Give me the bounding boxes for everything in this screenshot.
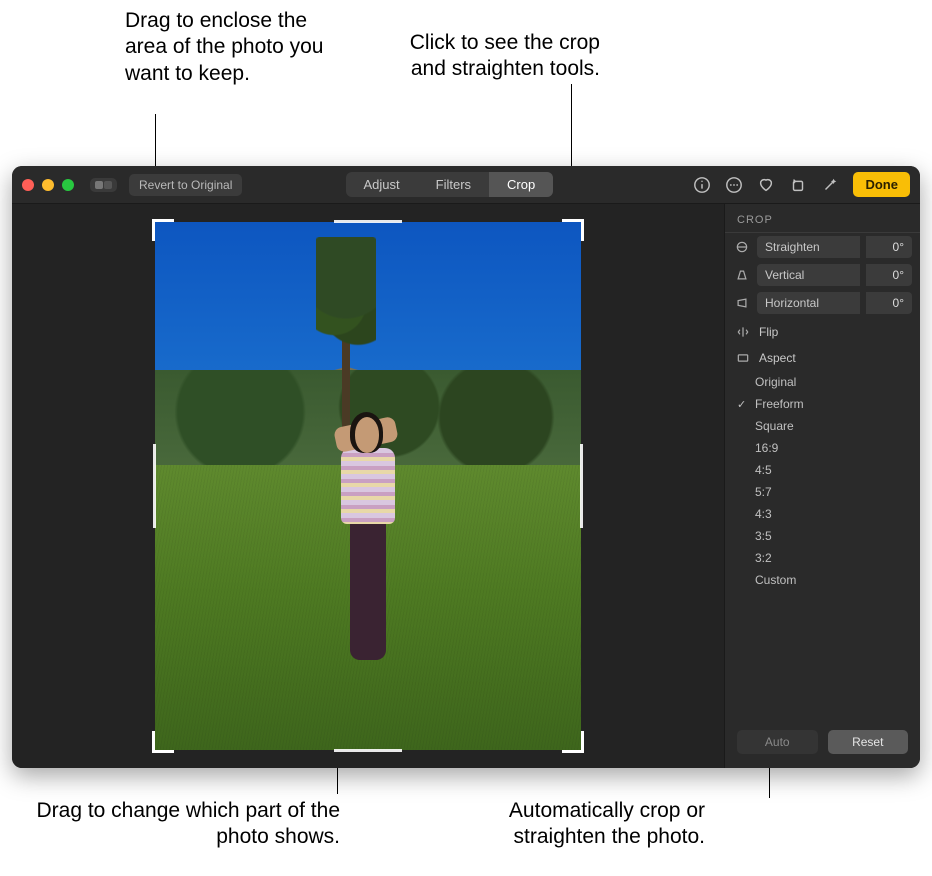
callout-crop-tab: Click to see the crop and straighten too… [370, 30, 600, 83]
tab-crop[interactable]: Crop [489, 172, 553, 197]
vertical-row[interactable]: Vertical 0° [725, 261, 920, 289]
crop-handle-bottom-right[interactable] [562, 731, 584, 753]
crop-panel: CROP Straighten 0° Vertical 0° Horizo [724, 204, 920, 768]
auto-enhance-icon[interactable] [821, 176, 839, 194]
crop-handle-bottom-left[interactable] [152, 731, 174, 753]
flip-icon [735, 325, 751, 339]
flip-button[interactable]: Flip [725, 317, 920, 343]
horizontal-value[interactable]: 0° [866, 292, 912, 314]
favorite-icon[interactable] [757, 176, 775, 194]
sidebar-toggle[interactable] [90, 178, 117, 192]
callout-auto: Automatically crop or straighten the pho… [445, 798, 705, 851]
edit-mode-tabs: Adjust Filters Crop [346, 172, 554, 197]
photo-preview[interactable] [155, 222, 581, 750]
flip-label: Flip [759, 325, 778, 339]
crop-handle-top-left[interactable] [152, 219, 174, 241]
crop-handle-top-right[interactable] [562, 219, 584, 241]
checkmark-icon: ✓ [737, 398, 746, 411]
horizontal-label: Horizontal [757, 292, 860, 314]
aspect-option-label: Original [755, 375, 796, 389]
tab-filters[interactable]: Filters [418, 172, 489, 197]
vertical-value[interactable]: 0° [866, 264, 912, 286]
panel-footer: Auto Reset [725, 716, 920, 768]
photo-canvas[interactable] [12, 204, 724, 768]
info-icon[interactable] [693, 176, 711, 194]
crop-handle-bottom[interactable] [334, 749, 402, 752]
straighten-label: Straighten [757, 236, 860, 258]
aspect-option-label: 4:5 [755, 463, 772, 477]
aspect-label: Aspect [759, 351, 796, 365]
aspect-option-custom[interactable]: Custom [725, 569, 920, 591]
toolbar: Revert to Original Adjust Filters Crop D… [12, 166, 920, 204]
aspect-option-3-5[interactable]: 3:5 [725, 525, 920, 547]
aspect-option-label: 3:2 [755, 551, 772, 565]
aspect-option-label: Custom [755, 573, 796, 587]
straighten-row[interactable]: Straighten 0° [725, 233, 920, 261]
tab-adjust[interactable]: Adjust [346, 172, 418, 197]
window-minimize-button[interactable] [42, 179, 54, 191]
aspect-option-4-3[interactable]: 4:3 [725, 503, 920, 525]
aspect-options: Original ✓ Freeform Square 16:9 4:5 5:7 4:3 3:5 3… [725, 369, 920, 599]
window-close-button[interactable] [22, 179, 34, 191]
aspect-option-freeform[interactable]: ✓ Freeform [725, 393, 920, 415]
aspect-option-label: Freeform [755, 397, 804, 411]
aspect-option-label: 16:9 [755, 441, 778, 455]
window-zoom-button[interactable] [62, 179, 74, 191]
window-controls [22, 179, 74, 191]
horizontal-perspective-icon [733, 296, 751, 310]
toolbar-right: Done [693, 172, 910, 197]
aspect-option-label: 5:7 [755, 485, 772, 499]
crop-handle-left[interactable] [153, 444, 156, 529]
aspect-icon [735, 351, 751, 365]
crop-handle-top[interactable] [334, 220, 402, 223]
aspect-option-original[interactable]: Original [725, 371, 920, 393]
crop-frame[interactable] [155, 222, 581, 750]
more-icon[interactable] [725, 176, 743, 194]
callout-reposition: Drag to change which part of the photo s… [30, 798, 340, 851]
auto-button[interactable]: Auto [737, 730, 818, 754]
vertical-label: Vertical [757, 264, 860, 286]
aspect-section: Aspect [725, 343, 920, 369]
rotate-icon[interactable] [789, 176, 807, 194]
callout-crop-area: Drag to enclose the area of the photo yo… [125, 8, 345, 87]
photos-edit-window: Revert to Original Adjust Filters Crop D… [12, 166, 920, 768]
aspect-option-label: 3:5 [755, 529, 772, 543]
straighten-value[interactable]: 0° [866, 236, 912, 258]
aspect-option-16-9[interactable]: 16:9 [725, 437, 920, 459]
horizontal-row[interactable]: Horizontal 0° [725, 289, 920, 317]
leader-line [571, 84, 572, 174]
reset-button[interactable]: Reset [828, 730, 909, 754]
aspect-option-4-5[interactable]: 4:5 [725, 459, 920, 481]
panel-title: CROP [725, 204, 920, 233]
aspect-option-label: Square [755, 419, 794, 433]
aspect-option-square[interactable]: Square [725, 415, 920, 437]
revert-to-original-button[interactable]: Revert to Original [129, 174, 242, 196]
vertical-perspective-icon [733, 268, 751, 282]
aspect-option-label: 4:3 [755, 507, 772, 521]
aspect-option-5-7[interactable]: 5:7 [725, 481, 920, 503]
straighten-icon [733, 240, 751, 254]
done-button[interactable]: Done [853, 172, 910, 197]
aspect-option-3-2[interactable]: 3:2 [725, 547, 920, 569]
crop-handle-right[interactable] [580, 444, 583, 529]
